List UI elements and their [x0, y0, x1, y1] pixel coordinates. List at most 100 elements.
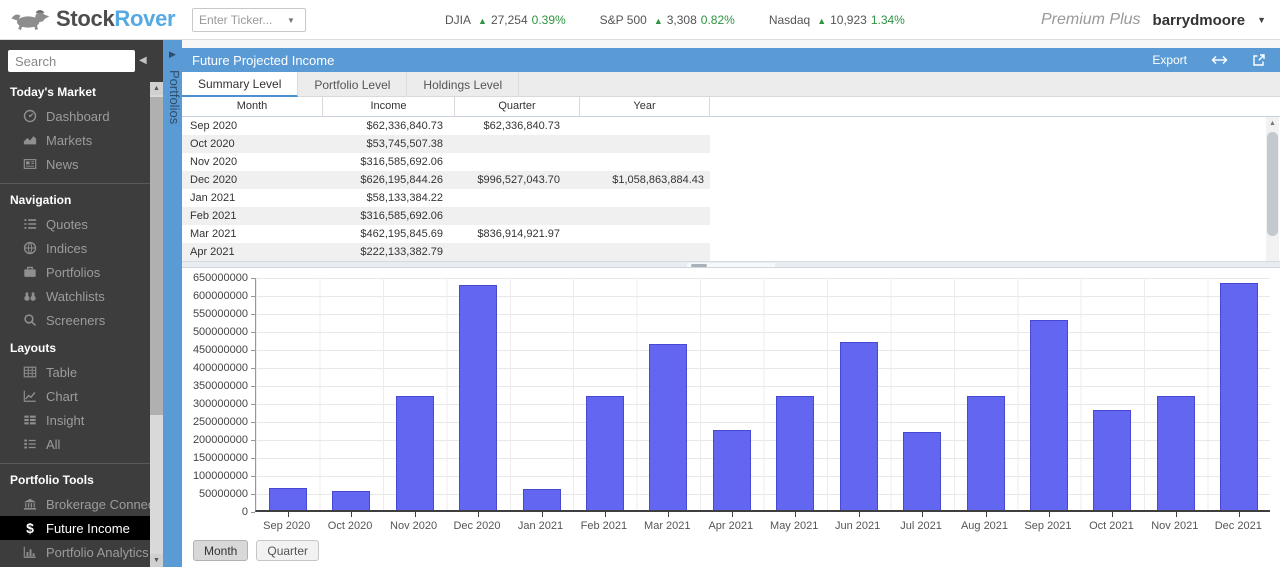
- table-cell: $462,195,845.69: [323, 225, 455, 243]
- scroll-down-icon[interactable]: ▼: [150, 554, 163, 567]
- table-row-dec-2020[interactable]: Dec 2020$626,195,844.26$996,527,043.70$1…: [182, 171, 710, 189]
- account-area: Premium Plus barrydmoore ▼: [1041, 0, 1266, 40]
- sidebar-item-portfolio-analytics[interactable]: Portfolio Analytics: [0, 540, 150, 564]
- index-quote-nasdaq[interactable]: Nasdaq▲10,9231.34%: [769, 13, 905, 27]
- bar-may-2021[interactable]: [776, 396, 814, 510]
- tab-portfolio-level[interactable]: Portfolio Level: [298, 72, 407, 97]
- sidebar-item-label: Dashboard: [46, 109, 110, 124]
- bar-jul-2021[interactable]: [903, 432, 941, 511]
- sidebar-item-watchlists[interactable]: Watchlists: [0, 284, 150, 308]
- portfolios-collapsed-panel[interactable]: ▶ Portfolios: [163, 40, 182, 567]
- x-axis-label: Jan 2021: [509, 520, 572, 532]
- table-row-feb-2021[interactable]: Feb 2021$316,585,692.06: [182, 207, 710, 225]
- month-button[interactable]: Month: [193, 540, 248, 561]
- table-cell: [580, 225, 710, 243]
- bar-nov-2020[interactable]: [396, 396, 434, 510]
- export-button[interactable]: Export: [1152, 53, 1187, 67]
- scroll-up-icon[interactable]: ▲: [1266, 117, 1279, 130]
- bar-nov-2021[interactable]: [1157, 396, 1195, 510]
- sidebar-item-markets[interactable]: Markets: [0, 128, 150, 152]
- index-quote-s-p-500[interactable]: S&P 500▲3,3080.82%: [600, 13, 735, 27]
- table-row-nov-2020[interactable]: Nov 2020$316,585,692.06: [182, 153, 710, 171]
- bar-feb-2021[interactable]: [586, 396, 624, 510]
- tab-summary-level[interactable]: Summary Level: [182, 72, 298, 97]
- sidebar-section-navigation: Navigation: [0, 184, 150, 212]
- bar-sep-2021[interactable]: [1030, 320, 1068, 510]
- sidebar-item-label: Markets: [46, 133, 92, 148]
- sidebar-item-screeners[interactable]: Screeners: [0, 308, 150, 332]
- bar-jun-2021[interactable]: [840, 342, 878, 511]
- panel-splitter[interactable]: [182, 261, 1280, 268]
- bar-jan-2021[interactable]: [523, 489, 561, 510]
- sidebar-item-quotes[interactable]: Quotes: [0, 212, 150, 236]
- table-cell: [455, 207, 580, 225]
- splitter-grip-icon[interactable]: [691, 264, 707, 267]
- bar-sep-2020[interactable]: [269, 488, 307, 510]
- sidebar-item-label: Screeners: [46, 313, 105, 328]
- sidebar-item-label: Insight: [46, 413, 84, 428]
- sidebar-item-news[interactable]: News: [0, 152, 150, 176]
- sidebar-collapse-icon[interactable]: ◀: [139, 55, 147, 66]
- table-cell: [455, 153, 580, 171]
- tab-holdings-level[interactable]: Holdings Level: [407, 72, 519, 97]
- sidebar-item-future-income[interactable]: $Future Income: [0, 516, 150, 540]
- column-header-income[interactable]: Income: [323, 97, 455, 117]
- table-row-apr-2021[interactable]: Apr 2021$222,133,382.79: [182, 243, 710, 261]
- ticker-dropdown-caret-icon[interactable]: ▼: [287, 16, 295, 25]
- bar-dec-2020[interactable]: [459, 285, 497, 510]
- x-axis-label: Oct 2021: [1080, 520, 1143, 532]
- stockrover-logo[interactable]: StockRover: [10, 5, 175, 32]
- bar-oct-2021[interactable]: [1093, 410, 1131, 510]
- sidebar-scrollbar[interactable]: ▲ ▼: [150, 82, 163, 567]
- y-axis-label: 400000000: [182, 362, 248, 374]
- ticker-input[interactable]: [199, 13, 281, 27]
- sidebar-item-dashboard[interactable]: Dashboard: [0, 104, 150, 128]
- horizontal-resize-icon[interactable]: [1211, 55, 1228, 65]
- sidebar-scrollbar-thumb[interactable]: [150, 97, 163, 415]
- bar-aug-2021[interactable]: [967, 396, 1005, 510]
- globe-icon: [22, 240, 38, 256]
- sidebar-item-chart[interactable]: Chart: [0, 384, 150, 408]
- table-row-jan-2021[interactable]: Jan 2021$58,133,384.22: [182, 189, 710, 207]
- index-name: Nasdaq: [769, 13, 810, 27]
- open-in-new-window-icon[interactable]: [1252, 53, 1266, 67]
- quarter-button[interactable]: Quarter: [256, 540, 319, 561]
- table-cell: Sep 2020: [182, 117, 323, 135]
- sidebar-item-insight[interactable]: Insight: [0, 408, 150, 432]
- income-bar-chart: 6500000006000000005500000005000000004500…: [182, 268, 1280, 567]
- username-menu[interactable]: barrydmoore: [1153, 12, 1246, 29]
- table-row-oct-2020[interactable]: Oct 2020$53,745,507.38: [182, 135, 710, 153]
- column-header-quarter[interactable]: Quarter: [455, 97, 580, 117]
- scroll-up-icon[interactable]: ▲: [150, 82, 163, 95]
- table-row-sep-2020[interactable]: Sep 2020$62,336,840.73$62,336,840.73: [182, 117, 710, 135]
- table-scrollbar-thumb[interactable]: [1267, 132, 1278, 236]
- bar-mar-2021[interactable]: [649, 344, 687, 510]
- sidebar-item-portfolios[interactable]: Portfolios: [0, 260, 150, 284]
- search-input[interactable]: [8, 50, 135, 72]
- level-tabs: Summary LevelPortfolio LevelHoldings Lev…: [182, 72, 1280, 97]
- bar-dec-2021[interactable]: [1220, 283, 1258, 510]
- sidebar-item-table[interactable]: Table: [0, 360, 150, 384]
- table-row-mar-2021[interactable]: Mar 2021$462,195,845.69$836,914,921.97: [182, 225, 710, 243]
- page-title: Future Projected Income: [192, 53, 334, 68]
- ticker-combobox[interactable]: ▼: [192, 8, 306, 32]
- index-quote-djia[interactable]: DJIA▲27,2540.39%: [445, 13, 566, 27]
- column-header-year[interactable]: Year: [580, 97, 710, 117]
- column-header-month[interactable]: Month: [182, 97, 323, 117]
- table-scrollbar[interactable]: ▲: [1266, 117, 1279, 261]
- sidebar-nav: Today's MarketDashboardMarketsNewsNaviga…: [0, 76, 150, 567]
- table-cell: [455, 243, 580, 261]
- bar-oct-2020[interactable]: [332, 491, 370, 510]
- dollar-icon: $: [22, 520, 38, 536]
- expand-right-icon[interactable]: ▶: [163, 49, 182, 60]
- user-dropdown-caret-icon[interactable]: ▼: [1257, 15, 1266, 25]
- bar-apr-2021[interactable]: [713, 430, 751, 510]
- sidebar-item-all[interactable]: All: [0, 432, 150, 456]
- sidebar-item-indices[interactable]: Indices: [0, 236, 150, 260]
- table-cell: $316,585,692.06: [323, 207, 455, 225]
- gauge-icon: [22, 108, 38, 124]
- table-cell: $316,585,692.06: [323, 153, 455, 171]
- table-cell: [455, 135, 580, 153]
- sidebar-item-brokerage-connect[interactable]: Brokerage Connect: [0, 492, 150, 516]
- list-icon: [22, 216, 38, 232]
